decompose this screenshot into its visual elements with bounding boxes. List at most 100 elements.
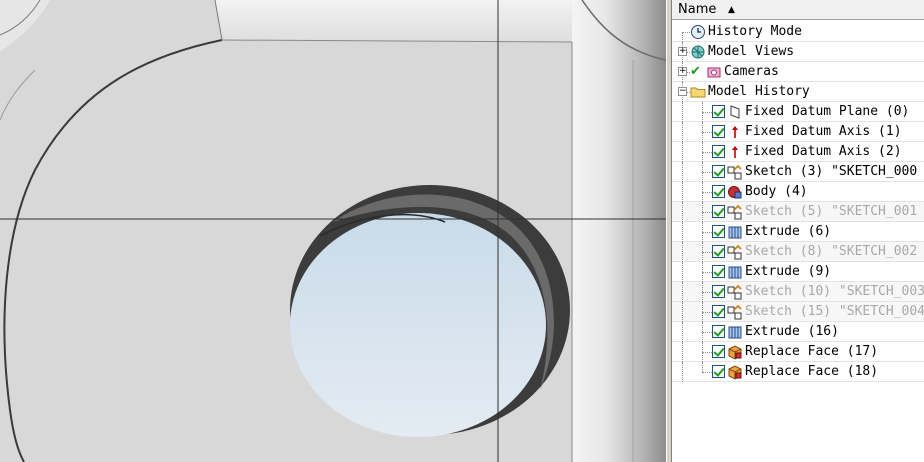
model-viewport[interactable] xyxy=(0,0,666,462)
model-navigator: Name ▲ History Mode + Model Views + ✔ Cameras… xyxy=(672,0,924,462)
visibility-checkbox[interactable] xyxy=(712,345,725,358)
tree-connector xyxy=(682,162,683,182)
model-views-icon xyxy=(690,44,706,60)
tree-connector xyxy=(682,262,683,282)
tree-item-label: Sketch (15) "SKETCH_004 xyxy=(745,304,924,319)
tree-connector xyxy=(682,102,683,122)
tree-connector xyxy=(682,32,690,33)
tree-item[interactable]: + ✔ Cameras xyxy=(672,62,924,82)
tree-item[interactable]: Replace Face (18) xyxy=(672,362,924,382)
tree-connector xyxy=(702,152,712,153)
tree-connector xyxy=(702,172,712,173)
tree-item[interactable]: Body (4) xyxy=(672,182,924,202)
camera-icon xyxy=(706,64,722,80)
tree-connector xyxy=(682,142,683,162)
visibility-checkbox[interactable] xyxy=(712,205,725,218)
datum-axis-icon xyxy=(727,124,743,140)
tree-item[interactable]: − Model History xyxy=(672,82,924,102)
sketch-icon xyxy=(727,244,743,260)
extrude-icon xyxy=(727,264,743,280)
datum-plane-icon xyxy=(727,104,743,120)
tree-item-label: Sketch (5) "SKETCH_001 xyxy=(745,204,918,219)
visibility-checkbox[interactable] xyxy=(712,265,725,278)
tree-item[interactable]: Sketch (5) "SKETCH_001 xyxy=(672,202,924,222)
tree-item[interactable]: Fixed Datum Axis (2) xyxy=(672,142,924,162)
tree-item-label: Extrude (9) xyxy=(745,264,832,279)
tree-item-label: Model History xyxy=(708,84,810,99)
tree-item-label: Sketch (3) "SKETCH_000 xyxy=(745,164,918,179)
tree-connector xyxy=(682,282,683,302)
tree-connector xyxy=(682,342,683,362)
tree-item[interactable]: Fixed Datum Axis (1) xyxy=(672,122,924,142)
tree-item-label: Cameras xyxy=(724,64,779,79)
tree-item-label: Extrude (6) xyxy=(745,224,832,239)
replace-face-icon xyxy=(727,344,743,360)
tree-item[interactable]: Extrude (16) xyxy=(672,322,924,342)
extrude-icon xyxy=(727,324,743,340)
extrude-icon xyxy=(727,224,743,240)
sketch-icon xyxy=(727,164,743,180)
tree-item-label: Replace Face (18) xyxy=(745,364,879,379)
tree-connector xyxy=(702,192,712,193)
visibility-checkbox[interactable] xyxy=(712,165,725,178)
visibility-checkbox[interactable] xyxy=(712,325,725,338)
tree-connector xyxy=(702,292,712,293)
visibility-checkbox[interactable] xyxy=(712,145,725,158)
tree-item-label: Sketch (10) "SKETCH_003 xyxy=(745,284,924,299)
tree-item[interactable]: + Model Views xyxy=(672,42,924,62)
tree-connector xyxy=(702,212,712,213)
model-history-tree: History Mode + Model Views + ✔ Cameras − Model … xyxy=(672,22,924,382)
tree-connector xyxy=(702,372,712,373)
tree-item[interactable]: Extrude (6) xyxy=(672,222,924,242)
tree-item[interactable]: Fixed Datum Plane (0) xyxy=(672,102,924,122)
sort-ascending-icon[interactable]: ▲ xyxy=(728,0,735,20)
visibility-checkbox[interactable] xyxy=(712,225,725,238)
tree-connector xyxy=(682,242,683,262)
tree-item-label: Fixed Datum Axis (1) xyxy=(745,124,902,139)
visibility-checkbox[interactable] xyxy=(712,305,725,318)
tree-connector xyxy=(682,322,683,342)
name-column-header[interactable]: Name xyxy=(678,0,716,20)
tree-connector xyxy=(682,182,683,202)
tree-item[interactable]: Sketch (3) "SKETCH_000 xyxy=(672,162,924,182)
tree-item[interactable]: Sketch (15) "SKETCH_004 xyxy=(672,302,924,322)
expand-toggle[interactable]: + xyxy=(678,67,687,76)
replace-face-icon xyxy=(727,364,743,380)
tree-connector xyxy=(702,352,712,353)
tree-connector xyxy=(702,272,712,273)
tree-connector xyxy=(682,202,683,222)
clock-icon xyxy=(690,24,706,40)
tree-item[interactable]: Replace Face (17) xyxy=(672,342,924,362)
tree-item[interactable]: Sketch (8) "SKETCH_002 xyxy=(672,242,924,262)
visibility-checkbox[interactable] xyxy=(712,365,725,378)
tree-connector xyxy=(702,112,712,113)
expand-toggle[interactable]: + xyxy=(678,47,687,56)
visibility-checkbox[interactable] xyxy=(712,125,725,138)
collapse-toggle[interactable]: − xyxy=(678,87,687,96)
tree-connector xyxy=(682,222,683,242)
tree-item-label: Model Views xyxy=(708,44,795,59)
folder-icon xyxy=(690,84,706,100)
body-icon xyxy=(727,184,743,200)
tree-connector xyxy=(702,332,712,333)
visibility-checkbox[interactable] xyxy=(712,285,725,298)
tree-item-label: Body (4) xyxy=(745,184,808,199)
tree-connector xyxy=(702,252,712,253)
model-render[interactable] xyxy=(0,0,666,462)
tree-item-label: Fixed Datum Plane (0) xyxy=(745,104,910,119)
visibility-checkbox[interactable] xyxy=(712,245,725,258)
tree-item-label: Replace Face (17) xyxy=(745,344,879,359)
tree-item[interactable]: Extrude (9) xyxy=(672,262,924,282)
visibility-checkbox[interactable] xyxy=(712,105,725,118)
tree-item-label: Sketch (8) "SKETCH_002 xyxy=(745,244,918,259)
tree-connector xyxy=(682,32,683,42)
sketch-icon xyxy=(727,304,743,320)
tree-item[interactable]: History Mode xyxy=(672,22,924,42)
navigator-header: Name ▲ xyxy=(672,0,924,20)
visibility-checkbox[interactable] xyxy=(712,185,725,198)
tree-connector xyxy=(682,122,683,142)
tree-connector xyxy=(702,232,712,233)
tree-item[interactable]: Sketch (10) "SKETCH_003 xyxy=(672,282,924,302)
sketch-icon xyxy=(727,284,743,300)
visible-check-icon[interactable]: ✔ xyxy=(690,62,701,82)
